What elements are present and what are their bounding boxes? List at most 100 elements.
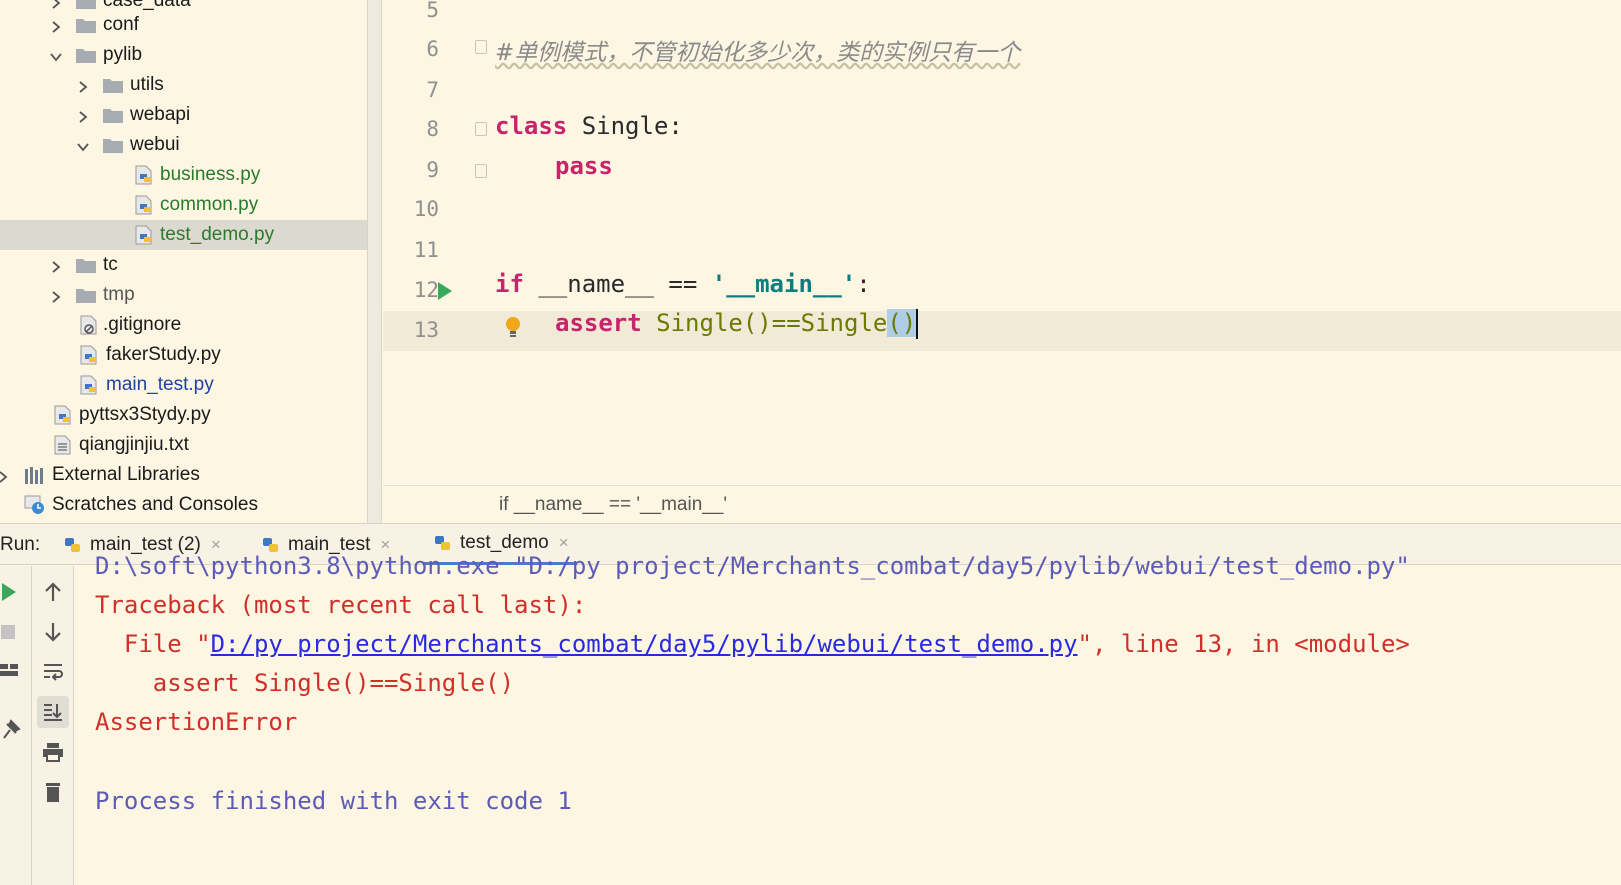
code-text: : [856, 270, 871, 298]
scratches-icon [24, 495, 46, 515]
run-side-toolbar [0, 566, 32, 885]
tree-item-label: pylib [103, 44, 143, 65]
tree-item-webapi[interactable]: webapi [0, 100, 367, 130]
console-file-line: File "D:/py project/Merchants_combat/day… [95, 630, 1410, 658]
keyword-if: if [495, 270, 524, 298]
folder-icon [75, 285, 97, 305]
tree-item-label: test_demo.py [160, 224, 275, 245]
folder-icon [75, 15, 97, 35]
console-traceback-header: Traceback (most recent call last): [95, 591, 587, 619]
code-comment: #单例模式，不管初始化多少次，类的实例只有一个 [495, 40, 1021, 66]
soft-wrap-button[interactable] [37, 656, 69, 688]
folder-icon [102, 75, 124, 95]
pin-icon[interactable] [0, 718, 24, 742]
scroll-down-button[interactable] [37, 616, 69, 648]
chevron-right-icon[interactable] [49, 258, 63, 273]
code-line-9: pass [555, 152, 613, 180]
chevron-right-icon[interactable] [0, 468, 10, 483]
tree-item-webui[interactable]: webui [0, 130, 367, 160]
line-number: 10 [413, 197, 439, 221]
python-file-icon [133, 225, 155, 245]
project-tree: case_data conf pylib utils webapi webui … [0, 0, 367, 523]
chevron-right-icon[interactable] [49, 0, 63, 9]
libraries-icon [24, 465, 46, 485]
code-editor[interactable]: 5 6 7 8 9 10 11 12 13 #单例模式，不管初始化多少次，类的实… [383, 0, 1621, 523]
tree-item-common-py[interactable]: common.py [0, 190, 367, 220]
tree-item-label: tc [103, 254, 118, 275]
line-number: 7 [426, 78, 439, 102]
print-button[interactable] [37, 736, 69, 768]
tree-item-label: Scratches and Consoles [52, 494, 258, 515]
line-number: 5 [426, 0, 439, 22]
folder-icon [102, 135, 124, 155]
tree-item-tmp[interactable]: tmp [0, 280, 367, 310]
console-exit-message: Process finished with exit code 1 [95, 787, 572, 815]
tree-item-test-demo-py[interactable]: test_demo.py [0, 220, 367, 250]
console-output[interactable]: D:\soft\python3.8\python.exe "D:/py proj… [75, 552, 1621, 885]
chevron-right-icon[interactable] [49, 18, 63, 33]
tree-item-pyttsx3stydy-py[interactable]: pyttsx3Stydy.py [0, 400, 367, 430]
tree-item-fakerstudy-py[interactable]: fakerStudy.py [0, 340, 367, 370]
tree-item-main-test-py[interactable]: main_test.py [0, 370, 367, 400]
tree-item-conf[interactable]: conf [0, 10, 367, 40]
console-command-line: D:\soft\python3.8\python.exe "D:/py proj… [95, 552, 1410, 580]
scroll-to-end-button[interactable] [37, 696, 69, 728]
python-file-icon [52, 405, 74, 425]
folder-icon [75, 255, 97, 275]
chevron-right-icon[interactable] [49, 288, 63, 303]
close-icon[interactable]: × [559, 533, 569, 553]
tree-item-business-py[interactable]: business.py [0, 160, 367, 190]
keyword-pass: pass [555, 152, 613, 180]
class-name: Single: [567, 112, 683, 140]
tree-item-label: External Libraries [52, 464, 200, 485]
fold-marker-icon[interactable] [475, 122, 487, 136]
python-file-icon [78, 375, 100, 395]
chevron-right-icon[interactable] [76, 78, 90, 93]
python-icon [435, 536, 450, 550]
run-gutter-icon[interactable] [435, 280, 455, 302]
scroll-up-button[interactable] [37, 576, 69, 608]
stop-icon[interactable] [0, 620, 24, 644]
tree-item-label: pyttsx3Stydy.py [79, 404, 211, 425]
tree-item-label: main_test.py [106, 374, 214, 395]
fold-marker-icon[interactable] [475, 40, 487, 54]
tree-item-label: business.py [160, 164, 261, 185]
clear-all-button[interactable] [37, 776, 69, 808]
tree-item-gitignore[interactable]: .gitignore [0, 310, 367, 340]
tree-item-label: webapi [130, 104, 191, 125]
console-assert-line: assert Single()==Single() [95, 669, 515, 697]
python-file-icon [133, 195, 155, 215]
tree-item-label: fakerStudy.py [106, 344, 221, 365]
tree-item-label: utils [130, 74, 164, 95]
tree-item-utils[interactable]: utils [0, 70, 367, 100]
breadcrumb-item[interactable]: if __name__ == '__main__' [499, 494, 727, 516]
code-line-13: assert Single()==Single() [555, 309, 919, 339]
rerun-icon[interactable] [0, 580, 24, 604]
tree-item-label: qiangjinjiu.txt [79, 434, 189, 455]
panel-splitter[interactable] [367, 0, 382, 523]
fold-marker-icon[interactable] [475, 164, 487, 178]
chevron-down-icon[interactable] [49, 48, 63, 62]
tree-item-scratches-and-consoles[interactable]: Scratches and Consoles [0, 490, 367, 520]
python-file-icon [133, 165, 155, 185]
layout-icon[interactable] [0, 658, 24, 682]
chevron-right-icon[interactable] [76, 108, 90, 123]
tree-item-tc[interactable]: tc [0, 250, 367, 280]
tree-item-label: tmp [103, 284, 135, 305]
python-file-icon [78, 345, 100, 365]
breadcrumb: if __name__ == '__main__' [383, 485, 1621, 523]
tree-item-pylib[interactable]: pylib [0, 40, 367, 70]
arrow-down-icon [45, 623, 61, 642]
line-number: 6 [426, 37, 439, 61]
intention-bulb-icon[interactable] [503, 315, 523, 341]
chevron-down-icon[interactable] [76, 138, 90, 152]
tree-item-label: .gitignore [103, 314, 182, 335]
console-error-name: AssertionError [95, 708, 298, 736]
line-number: 8 [426, 117, 439, 141]
ignore-file-icon [78, 315, 100, 335]
tree-item-external-libraries[interactable]: External Libraries [0, 460, 367, 490]
console-file-link[interactable]: D:/py project/Merchants_combat/day5/pyli… [211, 630, 1078, 658]
keyword-assert: assert [555, 309, 642, 337]
tree-item-qiangjinjiu-txt[interactable]: qiangjinjiu.txt [0, 430, 367, 460]
soft-wrap-icon [44, 664, 63, 681]
